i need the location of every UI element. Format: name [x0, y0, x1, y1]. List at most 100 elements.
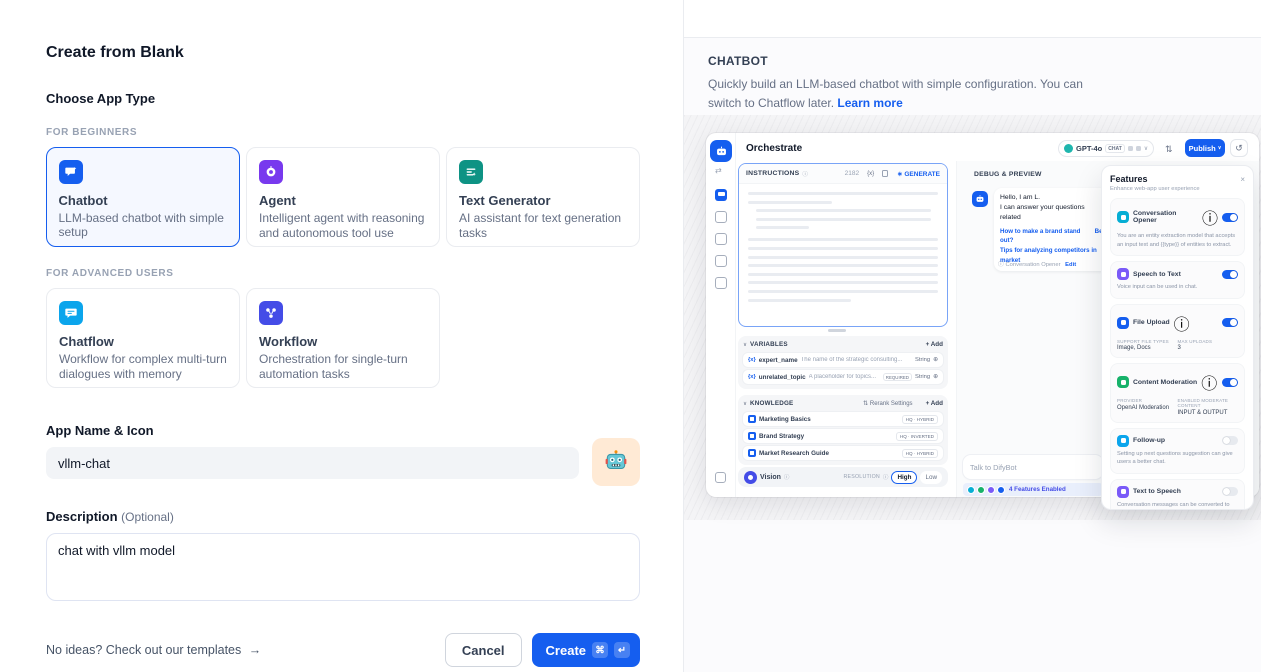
resolution-high-button: High [891, 471, 917, 484]
app-type-card-agent[interactable]: Agent Intelligent agent with reasoning a… [246, 147, 440, 247]
create-button[interactable]: Create ⌘ ↵ [532, 633, 640, 667]
description-textarea[interactable]: chat with vllm model [46, 533, 640, 601]
feature-field-key: MAX UPLOADS [1178, 339, 1239, 344]
variables-panel: ∨ VARIABLES + Add {x} expert_name The na… [738, 336, 948, 389]
feature-desc: Conversation messages can be converted t… [1117, 501, 1238, 510]
feature-item-content-moderation: Content Moderation ⓘ PROVIDER OpenAI Mod… [1110, 363, 1245, 423]
feature-dot-icon [977, 486, 985, 494]
preview-nav-icon [715, 211, 727, 223]
variable-desc: The name of the strategic consulting... [801, 357, 912, 363]
switch-app-icon: ⇄ [715, 166, 722, 175]
for-beginners-label: FOR BEGINNERS [46, 127, 640, 138]
app-name-label: App Name & Icon [46, 423, 640, 438]
variable-type: String [915, 374, 930, 380]
preview-sidebar: ⇄ [706, 133, 736, 497]
templates-link[interactable]: No ideas? Check out our templates → [46, 643, 261, 657]
app-type-desc: AI assistant for text generation tasks [459, 211, 627, 240]
feature-item-conversation-opener: Conversation Opener ⓘ You are an entity … [1110, 198, 1245, 256]
resolution-label: RESOLUTION [843, 474, 879, 480]
chevron-down-icon: ∨ [743, 342, 747, 348]
choose-app-type-label: Choose App Type [46, 91, 640, 106]
knowledge-row: Marketing Basics HQ · HYBRID [743, 412, 943, 426]
feature-desc: You are an entity extraction model that … [1117, 232, 1238, 249]
feature-field-value: INPUT & OUTPUT [1178, 410, 1239, 416]
feature-dot-icon [997, 486, 1005, 494]
feature-field-value: 3 [1178, 345, 1239, 351]
app-type-card-text-generator[interactable]: Text Generator AI assistant for text gen… [446, 147, 640, 247]
feature-field-key: ENABLED MODERATE CONTENT [1178, 398, 1239, 408]
description-optional-text: (Optional) [121, 510, 174, 524]
file-upload-icon [1117, 317, 1129, 329]
learn-more-link[interactable]: Learn more [837, 96, 902, 110]
rerank-icon: ⇅ [863, 401, 868, 407]
instructions-title: INSTRUCTIONS [746, 170, 799, 177]
content-moderation-icon [1117, 376, 1129, 388]
info-icon: ⓘ [1201, 370, 1217, 394]
feature-name: Follow-up [1133, 437, 1165, 444]
feature-item-text-to-speech: Text to Speech Conversation messages can… [1110, 479, 1245, 510]
required-badge: REQUIRED [883, 373, 912, 381]
knowledge-name: Market Research Guide [759, 450, 829, 457]
chevron-down-icon: ∨ [743, 401, 747, 407]
feature-field-value: Image, Docs [1117, 345, 1178, 351]
feature-name: Content Moderation [1133, 379, 1197, 386]
history-button: ↺ [1230, 139, 1248, 157]
dataset-icon [748, 449, 756, 457]
app-type-card-workflow[interactable]: Workflow Orchestration for single-turn a… [246, 288, 440, 388]
model-provider-icon [1064, 144, 1073, 153]
close-icon: × [1240, 175, 1245, 184]
app-type-desc: Orchestration for single-turn automation… [259, 352, 427, 381]
chat-input: Talk to DifyBot [963, 455, 1103, 479]
variable-desc: A placeholder for topics... [809, 374, 880, 380]
variable-icon: {x} [748, 374, 756, 380]
greeting-line: Hello, I am L. [1000, 193, 1106, 203]
app-name-input[interactable] [46, 447, 579, 479]
variable-name: unrelated_topic [759, 374, 806, 381]
dataset-icon [748, 432, 756, 440]
preview-hatched-background: ⇄ Orchestrate GPT-4o CHAT ∨ ⇅ Publish [684, 115, 1261, 520]
variable-icon: {x} [748, 357, 756, 363]
variable-type: String [915, 357, 930, 363]
rerank-label: Rerank Settings [870, 401, 913, 407]
preview-heading: CHATBOT [708, 54, 1237, 68]
speech-to-text-icon [1117, 268, 1129, 280]
bot-avatar [972, 191, 988, 207]
info-icon: ⓘ [1174, 311, 1190, 335]
model-name: GPT-4o [1076, 144, 1102, 153]
generate-label: GENERATE [904, 171, 940, 178]
app-type-name: Chatbot [59, 193, 228, 208]
orchestrate-title: Orchestrate [746, 143, 802, 154]
settings-icon [1136, 146, 1141, 151]
variables-icon: {x} [867, 171, 874, 177]
feature-desc: Voice input can be used in chat. [1117, 283, 1238, 292]
opener-label: Conversation Opener [1005, 262, 1060, 268]
feature-dot-icon [987, 486, 995, 494]
greeting-line: I can answer your questions related [1000, 203, 1106, 223]
variables-title: VARIABLES [750, 341, 788, 348]
cancel-button[interactable]: Cancel [445, 633, 522, 667]
app-type-card-chatbot[interactable]: Chatbot LLM-based chatbot with simple se… [46, 147, 240, 247]
resize-handle [828, 329, 846, 332]
preview-nav-icon [715, 277, 727, 289]
feature-toggle [1222, 378, 1238, 387]
app-icon-picker[interactable] [592, 438, 640, 486]
feature-name: Conversation Opener [1133, 210, 1198, 224]
feature-item-file-upload: File Upload ⓘ SUPPORT FILE TYPES Image, … [1110, 304, 1245, 359]
text-generator-icon [459, 160, 483, 184]
feature-dot-icon [967, 486, 975, 494]
info-icon: ⓘ [883, 473, 889, 481]
variable-row: {x} expert_name The name of the strategi… [743, 353, 943, 367]
for-advanced-label: FOR ADVANCED USERS [46, 268, 640, 279]
create-button-label: Create [546, 643, 586, 658]
variable-name: expert_name [759, 357, 798, 364]
app-type-card-chatflow[interactable]: Chatflow Workflow for complex multi-turn… [46, 288, 240, 388]
chatflow-icon [59, 301, 83, 325]
description-label-text: Description [46, 509, 118, 524]
feature-toggle [1222, 436, 1238, 445]
features-enabled-count: 4 Features Enabled [1009, 486, 1066, 493]
app-type-name: Chatflow [59, 334, 227, 349]
feature-field-value: OpenAI Moderation [1117, 405, 1178, 411]
feature-name: Speech to Text [1133, 271, 1181, 278]
enter-key-icon: ↵ [614, 642, 630, 658]
parameters-icon: ⇅ [1165, 144, 1173, 155]
